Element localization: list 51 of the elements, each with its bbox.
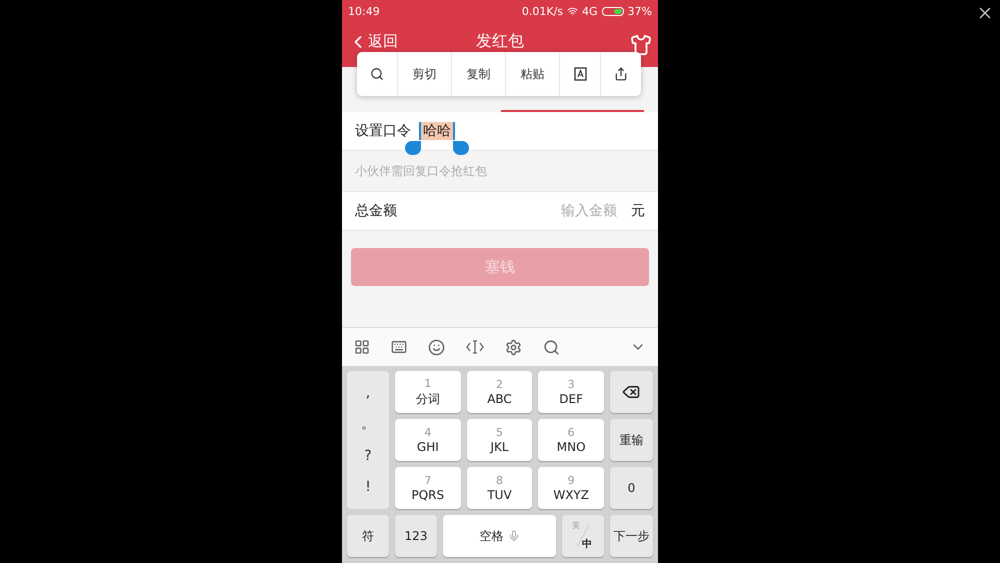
unit-label: 元 [631, 202, 645, 220]
symbol-key[interactable]: ? [347, 442, 389, 469]
symbol-key[interactable]: , [347, 380, 389, 406]
letter-key[interactable]: 2 ABC [466, 371, 532, 413]
symbol-key[interactable]: ! [347, 474, 389, 500]
field-label: 总金额 [355, 202, 397, 220]
letter-book-icon [574, 67, 586, 81]
symbol-key[interactable]: 。 [347, 411, 389, 438]
clock: 10:49 [348, 4, 380, 18]
battery-icon [602, 6, 624, 16]
back-button[interactable]: 返回 [348, 32, 408, 50]
selection-handle[interactable] [453, 141, 469, 155]
menu-item[interactable]: 剪切 [398, 52, 452, 96]
symbol-key[interactable]: 符 [347, 515, 389, 557]
letter-key[interactable]: 6 MNO [538, 419, 604, 461]
microphone-icon [508, 530, 520, 542]
network-type: 4G [582, 4, 598, 18]
space-key[interactable]: 空格 [443, 515, 556, 557]
cursor-icon[interactable] [466, 339, 484, 355]
amount-row[interactable]: 总金额 输入金额 元 [342, 192, 658, 231]
letter-key[interactable]: 9 WXYZ [538, 467, 604, 509]
menu-item[interactable]: 复制 [452, 52, 506, 96]
space-label: 空格 [480, 528, 504, 544]
letter-key[interactable]: 5 JKL [466, 419, 532, 461]
letter-key[interactable]: 8 TUV [466, 467, 532, 509]
letter-key[interactable]: 3 DEF [538, 371, 604, 413]
emoji-icon[interactable] [428, 338, 445, 356]
amount-field[interactable]: 输入金额 [397, 202, 619, 220]
page-title: 发红包 [475, 31, 525, 52]
search-icon [370, 67, 384, 81]
number-key[interactable]: 123 [395, 515, 437, 557]
network-speed: 0.01K/s [522, 4, 564, 18]
battery-percent: 37% [628, 4, 652, 18]
menu-item[interactable]: 粘贴 [506, 52, 560, 96]
letter-key[interactable]: 1 分词 [395, 371, 461, 413]
zero-key[interactable]: 0 [610, 467, 653, 509]
selection-handle[interactable] [405, 141, 421, 155]
search-icon[interactable] [543, 338, 560, 356]
settings-icon[interactable] [505, 338, 522, 356]
keyboard-icon[interactable] [391, 339, 407, 355]
grid-icon[interactable] [354, 339, 370, 355]
share-icon [614, 67, 628, 81]
backspace-key[interactable] [610, 371, 653, 413]
letter-key[interactable]: 4 GHI [395, 419, 461, 461]
language-key[interactable]: 英 中 [562, 515, 604, 557]
backspace-icon [622, 383, 640, 401]
letter-key[interactable]: 7 PQRS [395, 467, 461, 509]
next-key[interactable]: 下一步 [610, 515, 653, 557]
hint-text: 小伙伴需回复口令抢红包 [355, 162, 487, 180]
field-label: 设置口令 [355, 122, 411, 140]
retype-key[interactable]: 重输 [610, 419, 653, 461]
